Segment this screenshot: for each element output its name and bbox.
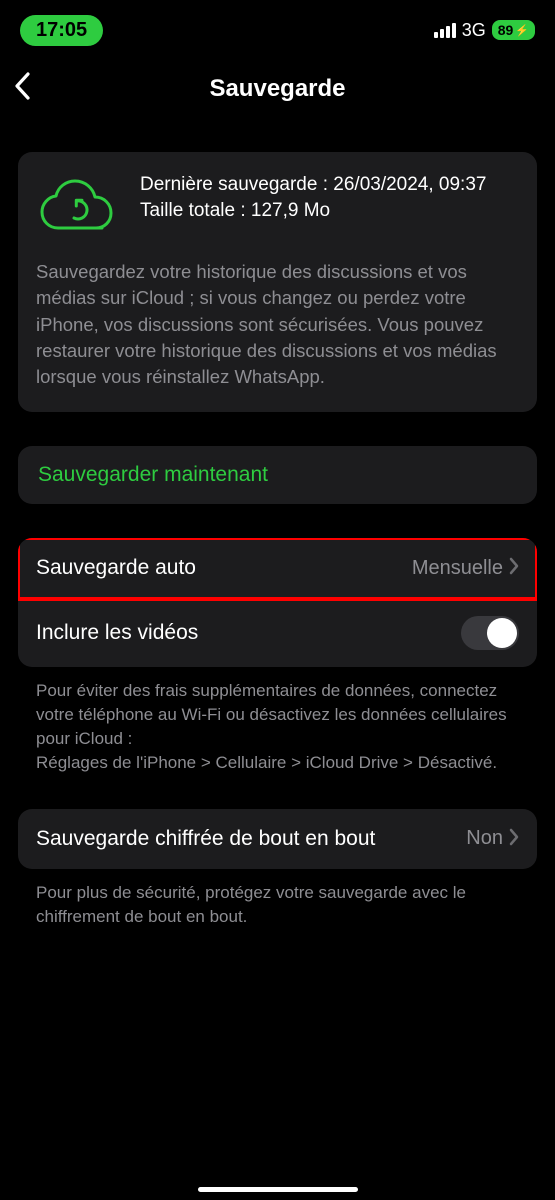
cloud-backup-icon: [36, 176, 122, 243]
include-videos-row: Inclure les vidéos: [18, 599, 537, 667]
e2e-encryption-row[interactable]: Sauvegarde chiffrée de bout en bout Non: [18, 809, 537, 869]
auto-backup-value: Mensuelle: [412, 557, 503, 580]
data-warning-note: Pour éviter des frais supplémentaires de…: [18, 667, 537, 774]
status-indicators: 3G 89⚡: [434, 20, 535, 41]
include-videos-label: Inclure les vidéos: [36, 621, 461, 645]
content: Dernière sauvegarde : 26/03/2024, 09:37 …: [0, 134, 555, 928]
nav-header: Sauvegarde: [0, 54, 555, 134]
backup-now-button[interactable]: Sauvegarder maintenant: [18, 446, 537, 504]
network-label: 3G: [462, 20, 486, 41]
encryption-note: Pour plus de sécurité, protégez votre sa…: [18, 869, 537, 929]
battery-indicator: 89⚡: [492, 20, 535, 40]
backup-size-text: Taille totale : 127,9 Mo: [140, 198, 486, 224]
encryption-group: Sauvegarde chiffrée de bout en bout Non: [18, 809, 537, 869]
status-bar: 17:05 3G 89⚡: [0, 0, 555, 54]
backup-description: Sauvegardez votre historique des discuss…: [36, 259, 519, 390]
chevron-right-icon: [509, 826, 519, 852]
status-time: 17:05: [20, 15, 103, 46]
e2e-encryption-label: Sauvegarde chiffrée de bout en bout: [36, 826, 466, 852]
e2e-encryption-value: Non: [466, 827, 503, 850]
charging-icon: ⚡: [515, 24, 529, 37]
battery-percent: 89: [498, 22, 514, 38]
backup-info-card: Dernière sauvegarde : 26/03/2024, 09:37 …: [18, 152, 537, 412]
auto-backup-label: Sauvegarde auto: [36, 556, 412, 580]
last-backup-text: Dernière sauvegarde : 26/03/2024, 09:37: [140, 172, 486, 198]
page-title: Sauvegarde: [14, 75, 541, 103]
include-videos-toggle[interactable]: [461, 616, 519, 650]
home-indicator[interactable]: [198, 1187, 358, 1192]
signal-icon: [434, 23, 456, 38]
chevron-right-icon: [509, 555, 519, 581]
auto-backup-row[interactable]: Sauvegarde auto Mensuelle: [18, 538, 537, 599]
backup-settings-group: Sauvegarde auto Mensuelle Inclure les vi…: [18, 538, 537, 667]
backup-now-card: Sauvegarder maintenant: [18, 446, 537, 504]
backup-info-lines: Dernière sauvegarde : 26/03/2024, 09:37 …: [140, 172, 486, 223]
